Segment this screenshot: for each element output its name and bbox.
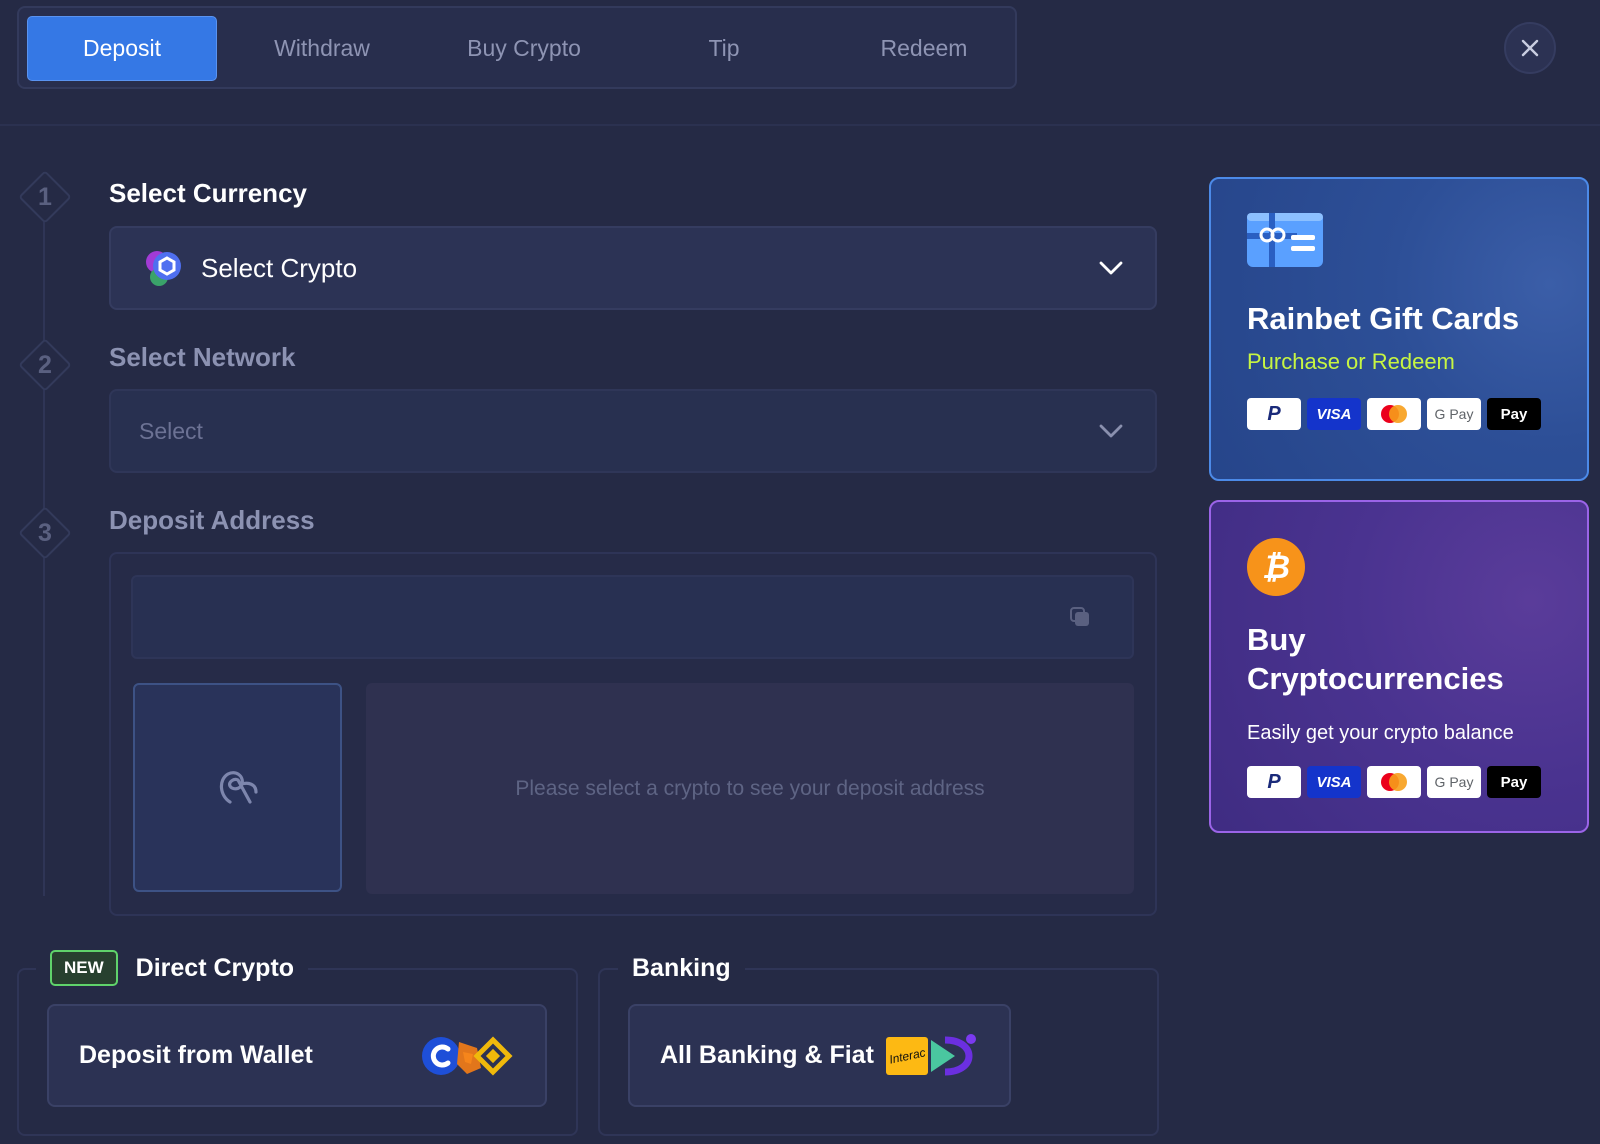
buy-crypto-card[interactable]: ₿ Buy Cryptocurrencies Easily get your c…: [1209, 500, 1589, 833]
close-button[interactable]: [1504, 22, 1556, 74]
select-crypto-dropdown[interactable]: Select Crypto: [109, 226, 1157, 310]
gift-cards-card[interactable]: Rainbet Gift Cards Purchase or Redeem P …: [1209, 177, 1589, 481]
copy-icon[interactable]: [1068, 605, 1092, 629]
banking-legend: Banking: [618, 950, 745, 986]
paypal-icon: P: [1247, 766, 1301, 798]
direct-crypto-title: Direct Crypto: [135, 953, 295, 982]
select-crypto-label: Select Crypto: [201, 252, 358, 283]
gift-payment-methods: P VISA G Pay Pay: [1247, 398, 1541, 430]
all-banking-fiat-label: All Banking & Fiat: [660, 1041, 874, 1069]
gift-card-icon: [1247, 213, 1323, 267]
select-network-title: Select Network: [109, 342, 296, 372]
select-network-dropdown[interactable]: Select: [109, 389, 1157, 473]
visa-icon: VISA: [1307, 766, 1361, 798]
select-currency-title: Select Currency: [109, 178, 307, 208]
deposit-from-wallet-label: Deposit from Wallet: [79, 1041, 313, 1069]
step-1-badge: 1: [18, 170, 72, 224]
apple-pay-icon: Pay: [1487, 766, 1541, 798]
tab-withdraw[interactable]: Withdraw: [227, 16, 417, 81]
deposit-address-field[interactable]: [131, 575, 1134, 659]
step-2-badge: 2: [18, 338, 72, 392]
banking-title: Banking: [632, 953, 731, 982]
apple-pay-icon: Pay: [1487, 398, 1541, 430]
google-pay-icon: G Pay: [1427, 766, 1481, 798]
bitcoin-icon: ₿: [1247, 538, 1305, 596]
tab-deposit[interactable]: Deposit: [27, 16, 217, 81]
tab-bar: Deposit Withdraw Buy Crypto Tip Redeem: [17, 6, 1017, 89]
tab-tip[interactable]: Tip: [629, 16, 819, 81]
buy-crypto-title-line2: Cryptocurrencies: [1247, 661, 1504, 696]
deposit-from-wallet-button[interactable]: Deposit from Wallet: [47, 1004, 547, 1107]
interac-logo: Interac: [886, 1036, 928, 1075]
deposit-address-title: Deposit Address: [109, 505, 315, 535]
step-3-badge: 3: [18, 506, 72, 560]
direct-crypto-legend: NEW Direct Crypto: [36, 950, 309, 986]
rainbet-logo-icon: [219, 770, 258, 804]
paypal-icon: P: [1247, 398, 1301, 430]
close-icon: [1521, 39, 1539, 57]
tab-redeem[interactable]: Redeem: [829, 16, 1019, 81]
payment-provider-icon: [931, 1033, 976, 1075]
wallet-providers-icon: [422, 1035, 513, 1076]
google-pay-icon: G Pay: [1427, 398, 1481, 430]
all-banking-fiat-button[interactable]: All Banking & Fiat Interac: [628, 1004, 1011, 1107]
gift-cards-subtitle: Purchase or Redeem: [1247, 349, 1455, 374]
new-badge: NEW: [50, 950, 118, 986]
deposit-address-message: Please select a crypto to see your depos…: [366, 683, 1134, 894]
tab-buy-crypto[interactable]: Buy Crypto: [429, 16, 619, 81]
svg-text:₿: ₿: [1262, 548, 1290, 586]
visa-icon: VISA: [1307, 398, 1361, 430]
chevron-down-icon: [1099, 424, 1123, 438]
chevron-down-icon: [1099, 261, 1123, 275]
buy-payment-methods: P VISA G Pay Pay: [1247, 766, 1541, 798]
select-network-placeholder: Select: [139, 417, 203, 444]
gift-cards-title: Rainbet Gift Cards: [1247, 301, 1520, 336]
header-divider: [0, 124, 1600, 126]
crypto-coins-icon: [146, 251, 181, 286]
mastercard-icon: [1367, 766, 1421, 798]
mastercard-icon: [1367, 398, 1421, 430]
buy-crypto-subtitle: Easily get your crypto balance: [1247, 722, 1514, 744]
buy-crypto-title-line1: Buy: [1247, 622, 1306, 657]
qr-code-placeholder: [133, 683, 342, 892]
